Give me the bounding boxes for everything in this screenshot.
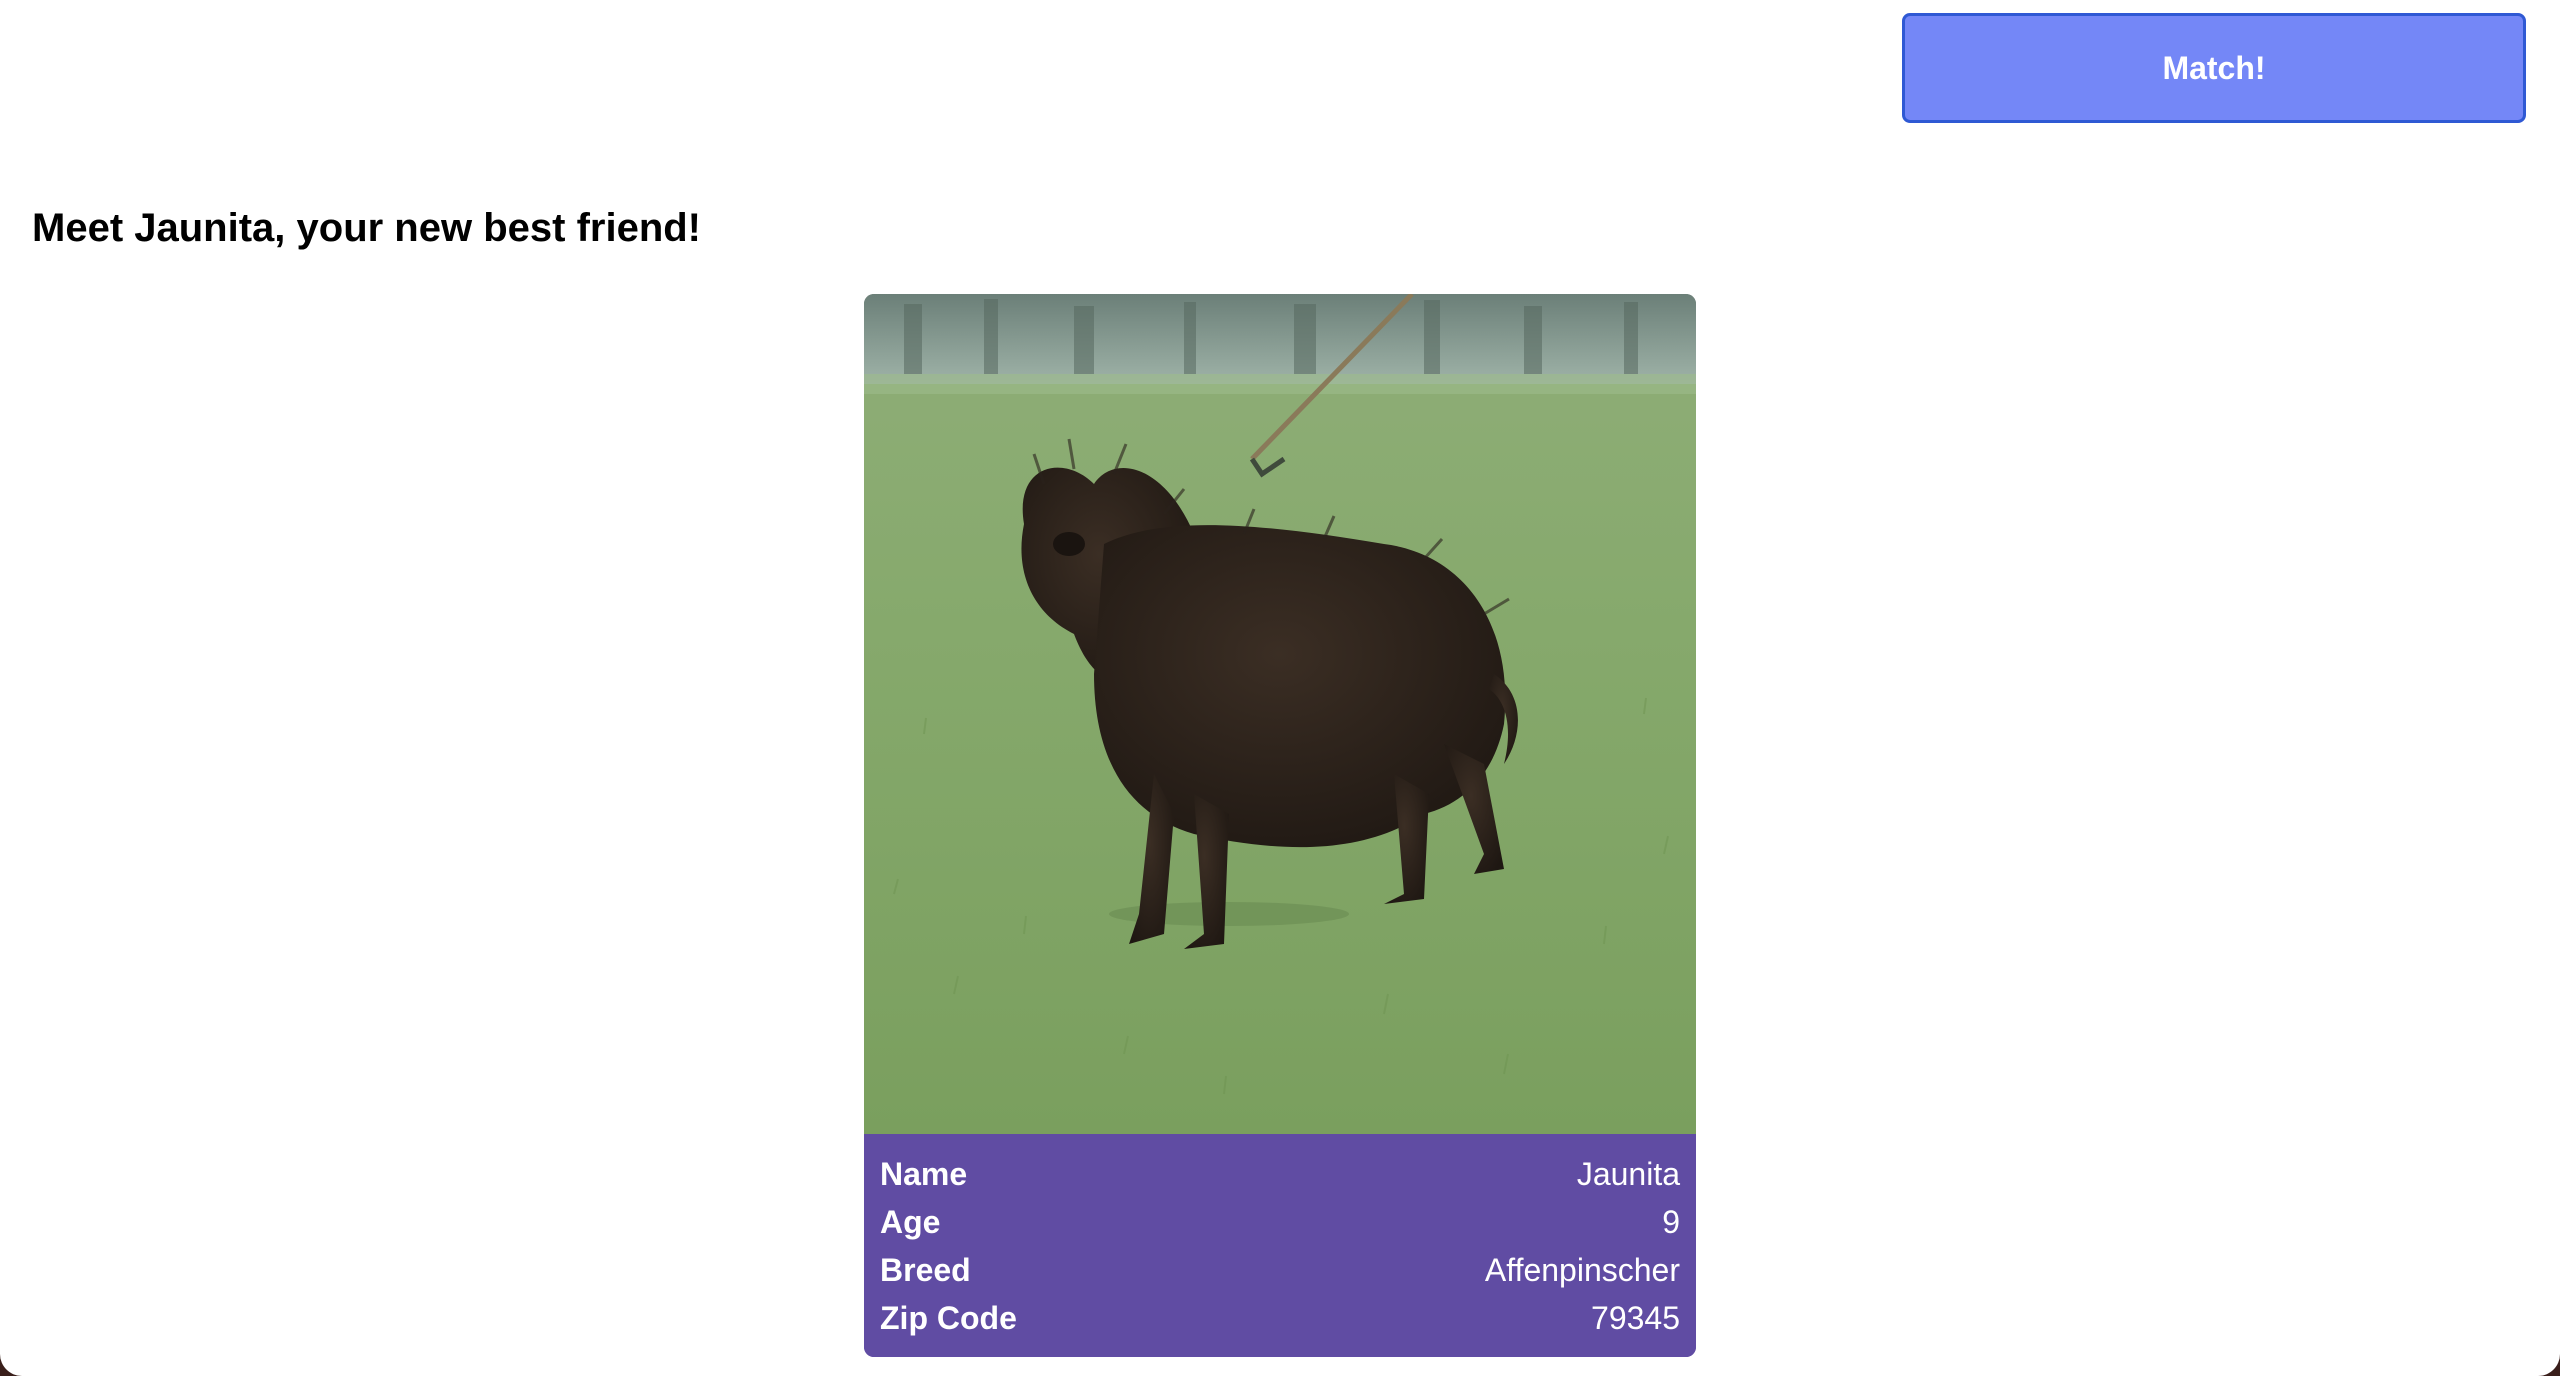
name-value: Jaunita xyxy=(1576,1155,1680,1192)
zip-code-label: Zip Code xyxy=(880,1299,1017,1336)
info-row-breed: Breed Affenpinscher xyxy=(880,1246,1680,1294)
zip-code-value: 79345 xyxy=(1591,1299,1680,1336)
name-label: Name xyxy=(880,1155,968,1192)
age-label: Age xyxy=(880,1203,941,1240)
dog-photo xyxy=(864,294,1696,1134)
dog-info-panel: Name Jaunita Age 9 Breed Affenpinscher Z… xyxy=(864,1134,1696,1357)
breed-label: Breed xyxy=(880,1251,971,1288)
breed-value: Affenpinscher xyxy=(1484,1251,1680,1288)
page-heading: Meet Jaunita, your new best friend! xyxy=(32,206,702,250)
info-row-name: Name Jaunita xyxy=(880,1150,1680,1198)
info-row-zip-code: Zip Code 79345 xyxy=(880,1294,1680,1342)
page: Match! Meet Jaunita, your new best frien… xyxy=(0,0,2560,1376)
match-button[interactable]: Match! xyxy=(1902,13,2526,123)
age-value: 9 xyxy=(1662,1203,1680,1240)
dog-card: Name Jaunita Age 9 Breed Affenpinscher Z… xyxy=(864,294,1696,1357)
info-row-age: Age 9 xyxy=(880,1198,1680,1246)
